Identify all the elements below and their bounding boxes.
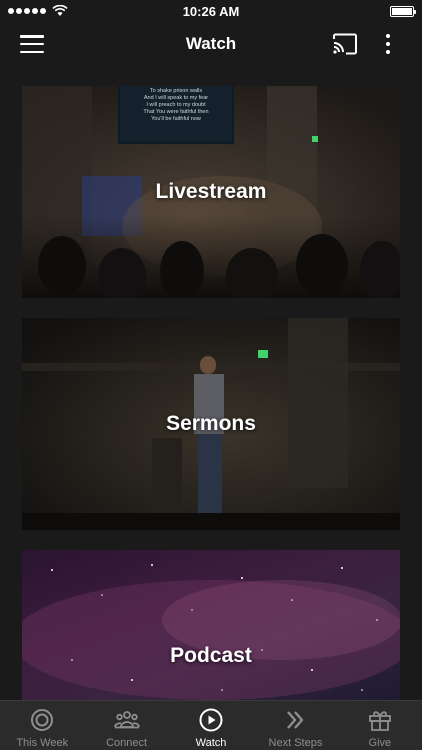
lyric-line: And I will speak to my fear xyxy=(143,95,209,101)
hamburger-menu-icon[interactable] xyxy=(20,34,44,54)
tab-connect[interactable]: Connect xyxy=(84,701,168,750)
tab-watch[interactable]: Watch xyxy=(169,701,253,750)
tab-label: This Week xyxy=(16,737,69,749)
lyric-line: That You were faithful then xyxy=(143,109,209,115)
tab-bar: This Week Connect Watch Next Steps Give xyxy=(0,700,422,750)
tab-next-steps[interactable]: Next Steps xyxy=(253,701,337,750)
cast-icon[interactable] xyxy=(332,32,358,56)
target-icon xyxy=(31,709,54,731)
app-root: 10:26 AM Watch To shake prison walls And… xyxy=(0,0,422,750)
status-left xyxy=(8,5,68,17)
tab-label: Connect xyxy=(106,737,148,749)
page-title: Watch xyxy=(185,34,237,53)
watch-content: To shake prison walls And I will speak t… xyxy=(0,66,422,700)
livestream-label: Livestream xyxy=(155,180,267,203)
nav-bar: Watch xyxy=(0,22,422,66)
lyric-line: I will preach to my doubt xyxy=(146,102,206,108)
livestream-screen-lyrics: To shake prison walls And I will speak t… xyxy=(120,86,232,142)
more-options-icon[interactable] xyxy=(380,32,396,56)
double-chevron-icon xyxy=(287,711,304,729)
wifi-icon xyxy=(52,5,68,16)
livestream-card[interactable]: To shake prison walls And I will speak t… xyxy=(22,86,400,298)
status-bar: 10:26 AM xyxy=(0,0,422,22)
play-circle-icon xyxy=(199,708,223,732)
tab-label: Give xyxy=(368,737,392,749)
lyric-line: To shake prison walls xyxy=(149,88,203,94)
tab-give[interactable]: Give xyxy=(338,701,422,750)
tab-this-week[interactable]: This Week xyxy=(0,701,84,750)
gift-icon xyxy=(368,711,391,731)
sermons-card[interactable]: Sermons xyxy=(22,318,400,530)
sermons-label: Sermons xyxy=(166,412,256,435)
podcast-card[interactable]: Podcast xyxy=(22,550,400,700)
tab-label: Next Steps xyxy=(268,737,323,749)
podcast-label: Podcast xyxy=(170,644,252,667)
lyric-line: You'll be faithful now xyxy=(151,116,201,122)
battery-icon xyxy=(390,5,416,17)
podcast-image xyxy=(22,564,400,700)
signal-icon xyxy=(8,8,46,14)
tab-label: Watch xyxy=(195,737,227,749)
people-icon xyxy=(113,711,140,729)
